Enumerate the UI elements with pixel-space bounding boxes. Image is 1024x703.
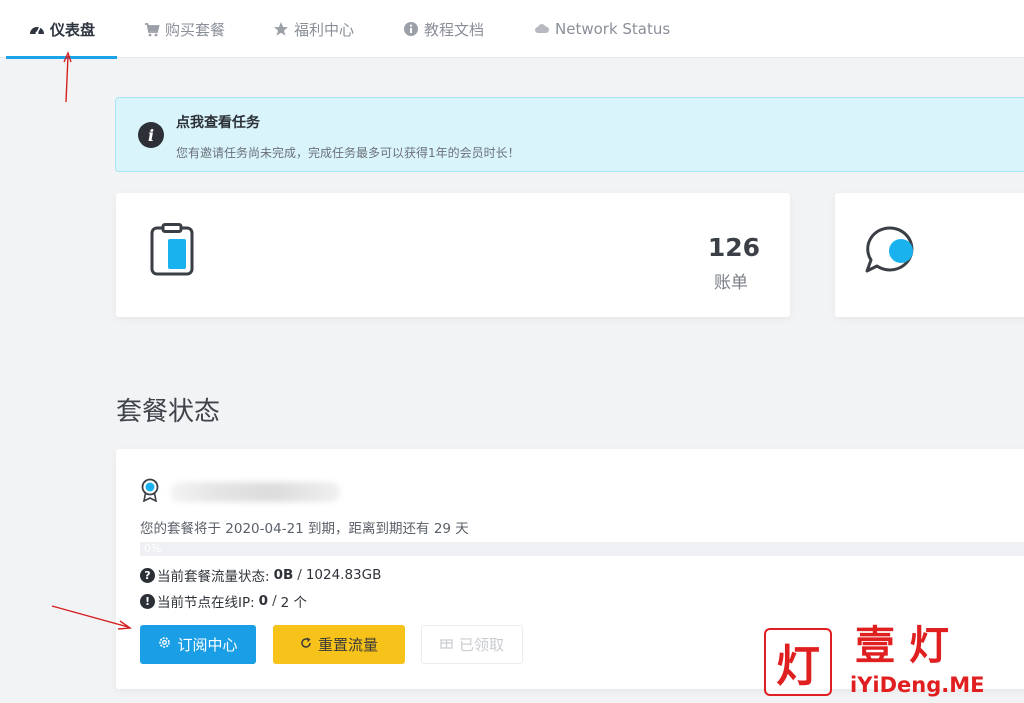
- gift-icon: [440, 636, 453, 653]
- traffic-separator: /: [297, 567, 302, 583]
- online-total: 2 个: [280, 595, 308, 611]
- task-notice[interactable]: i 点我查看任务 您有邀请任务尚未完成，完成任务最多可以获得1年的会员时长！: [115, 97, 1024, 172]
- expiry-text: 您的套餐将于 2020-04-21 到期，距离到期还有 29 天: [140, 521, 469, 537]
- tab-network-status[interactable]: Network Status: [533, 0, 670, 58]
- tab-buy-plan[interactable]: 购买套餐: [143, 0, 225, 58]
- dashboard-icon: [28, 20, 46, 38]
- annotation-arrow-dashboard: [63, 51, 72, 103]
- gear-icon: [158, 636, 171, 653]
- tab-label: 教程文档: [424, 20, 485, 39]
- traffic-status-row: ? 当前套餐流量状态: 0B / 1024.83GB: [140, 565, 381, 585]
- section-title: 套餐状态: [116, 397, 221, 427]
- notice-title[interactable]: 点我查看任务: [176, 112, 260, 132]
- cloud-icon: [533, 20, 551, 38]
- reset-traffic-button[interactable]: 重置流量: [273, 625, 405, 664]
- plan-name: [140, 477, 340, 507]
- traffic-label: 当前套餐流量状态:: [157, 569, 270, 585]
- award-icon: [140, 478, 160, 506]
- traffic-progress-bar: 0%: [140, 542, 1024, 556]
- clipboard-icon: [149, 223, 195, 281]
- top-navigation: 仪表盘 购买套餐 福利中心 教程文档 Network Status: [0, 0, 1024, 59]
- subscription-center-label: 订阅中心: [177, 636, 238, 654]
- tab-welfare-center[interactable]: 福利中心: [272, 0, 354, 58]
- exclamation-icon: !: [140, 593, 155, 609]
- online-label: 当前节点在线IP:: [157, 595, 255, 611]
- tab-tutorial-docs[interactable]: 教程文档: [402, 0, 484, 58]
- bills-stat-card[interactable]: 126 账单: [116, 193, 790, 317]
- traffic-used: 0B: [273, 567, 294, 583]
- annotation-arrow-subscribe: [51, 605, 132, 630]
- online-current: 0: [258, 593, 269, 609]
- info-icon: i: [138, 122, 164, 148]
- reset-traffic-label: 重置流量: [317, 636, 378, 654]
- chat-bubble-icon: [863, 225, 919, 279]
- online-separator: /: [272, 593, 277, 609]
- star-icon: [272, 20, 290, 38]
- subscription-center-button[interactable]: 订阅中心: [140, 625, 256, 664]
- watermark-logo: 灯: [764, 628, 832, 696]
- bills-count: 126: [707, 233, 760, 262]
- plan-name-redacted: [170, 482, 340, 502]
- watermark-english: iYiDeng.ME: [850, 673, 985, 697]
- bills-label: 账单: [714, 273, 748, 293]
- traffic-total: 1024.83GB: [305, 567, 382, 583]
- watermark-chinese: 壹灯: [855, 623, 963, 669]
- claimed-button[interactable]: 已领取: [421, 625, 523, 664]
- notice-text: 您有邀请任务尚未完成，完成任务最多可以获得1年的会员时长！: [176, 146, 520, 160]
- tab-label: 仪表盘: [50, 20, 96, 39]
- question-icon: ?: [140, 567, 155, 583]
- tab-label: Network Status: [555, 20, 671, 38]
- tab-label: 购买套餐: [165, 20, 226, 39]
- online-ip-row: ! 当前节点在线IP: 0 / 2 个: [140, 591, 307, 611]
- refresh-icon: [300, 636, 312, 653]
- claimed-label: 已领取: [458, 636, 504, 654]
- progress-label: 0%: [144, 542, 162, 555]
- tab-label: 福利中心: [294, 20, 355, 39]
- info-circle-icon: [402, 20, 420, 38]
- messages-stat-card[interactable]: [835, 193, 1024, 317]
- cart-icon: [143, 20, 161, 38]
